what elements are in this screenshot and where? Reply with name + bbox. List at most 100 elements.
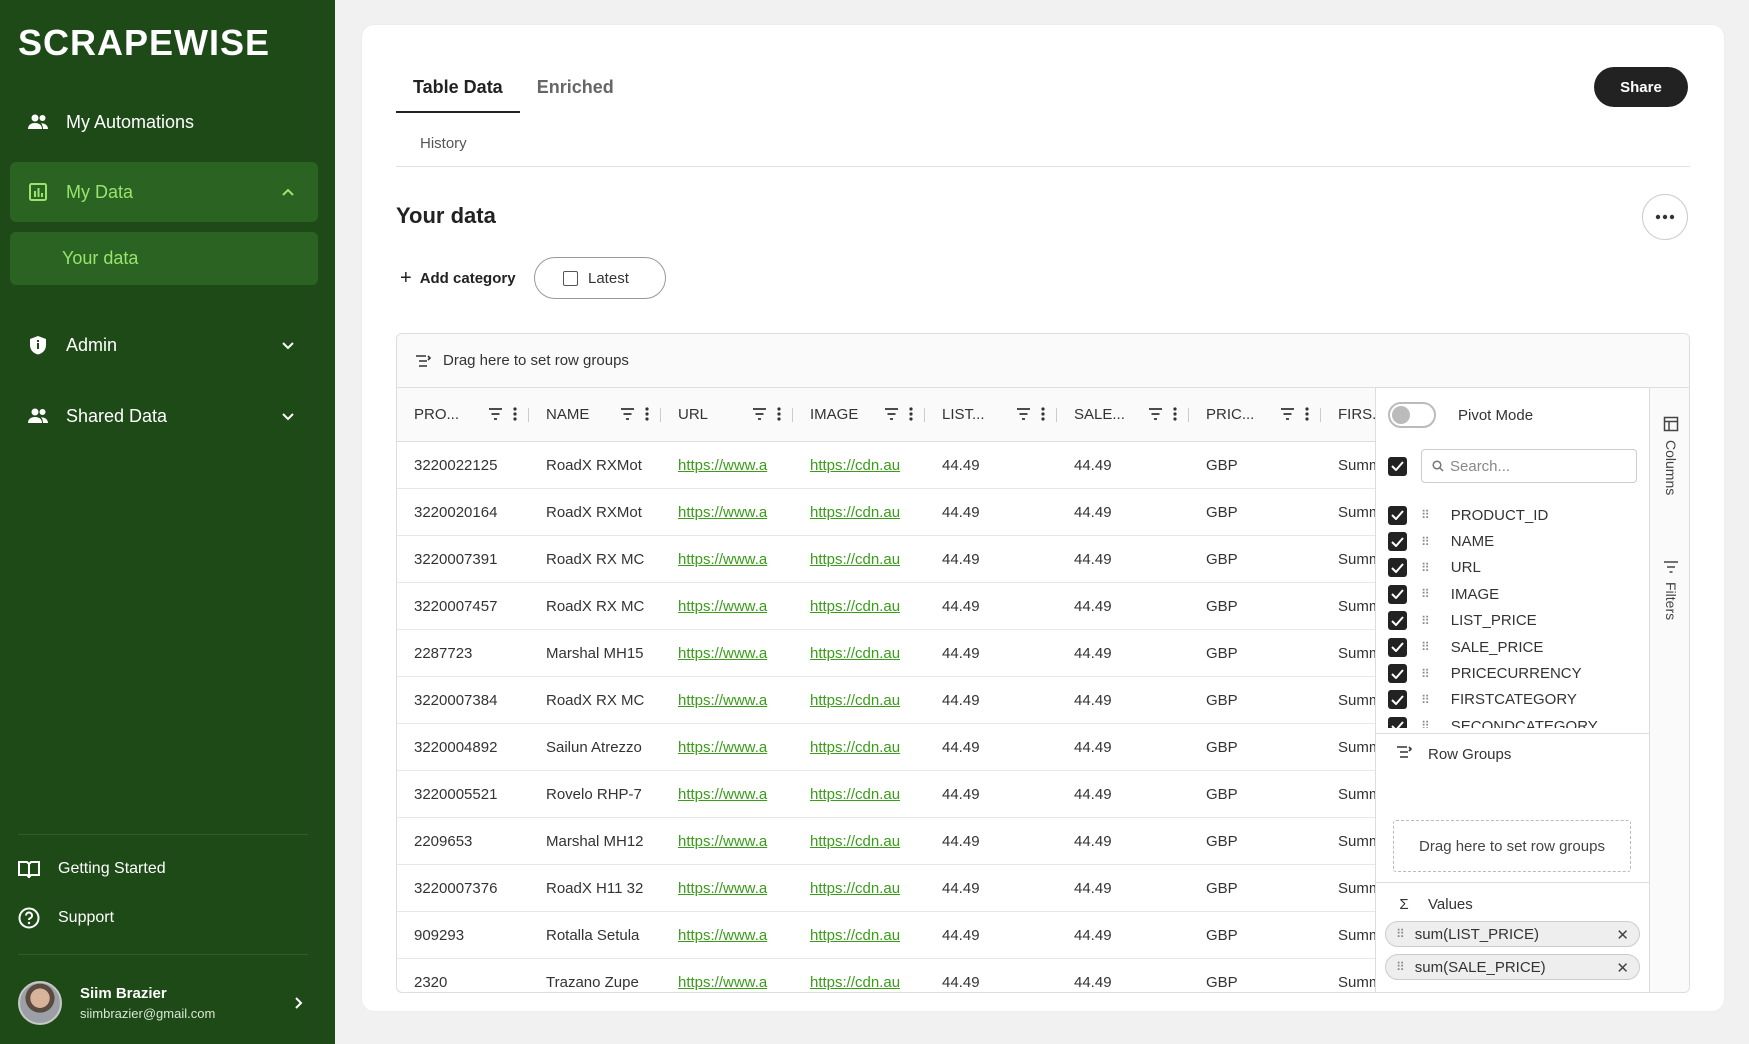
column-list-item[interactable]: ⠿ SALE_PRICE (1388, 634, 1644, 660)
drag-handle-icon[interactable]: ⠿ (1421, 693, 1431, 707)
user-profile[interactable]: Siim Brazier siimbrazier@gmail.com (18, 980, 318, 1026)
table-row[interactable]: 3220007457 RoadX RX MC https://www.a https:… (397, 583, 1375, 630)
column-list-item[interactable]: ⠿ NAME (1388, 528, 1644, 554)
side-tab-filters[interactable]: Filters (1650, 560, 1689, 620)
table-cell-link[interactable]: https://cdn.au (793, 959, 925, 992)
table-cell-link[interactable]: https://www.a (661, 865, 793, 911)
table-cell-link[interactable]: https://cdn.au (793, 818, 925, 864)
more-options-button[interactable] (1642, 194, 1688, 240)
select-all-checkbox[interactable] (1388, 456, 1407, 476)
table-cell-link[interactable]: https://cdn.au (793, 771, 925, 817)
column-menu-icon[interactable] (1041, 407, 1045, 421)
column-menu-icon[interactable] (513, 407, 517, 421)
column-checkbox[interactable] (1388, 558, 1407, 578)
add-category-button[interactable]: + Add category (400, 267, 516, 290)
column-checkbox[interactable] (1388, 611, 1407, 631)
column-header[interactable]: NAME (529, 388, 661, 441)
drag-handle-icon[interactable]: ⠿ (1421, 667, 1431, 681)
column-search-input[interactable]: Search... (1421, 449, 1637, 483)
column-header[interactable]: SALE... (1057, 388, 1189, 441)
column-header[interactable]: PRO... (397, 388, 529, 441)
sidebar-item-admin[interactable]: Admin (10, 315, 318, 375)
app-logo[interactable]: SCRAPEWISE (18, 22, 270, 64)
column-list-item[interactable]: ⠿ URL (1388, 555, 1644, 581)
table-row[interactable]: 2287723 Marshal MH15 https://www.a https://… (397, 630, 1375, 677)
table-cell-link[interactable]: https://www.a (661, 724, 793, 770)
column-checkbox[interactable] (1388, 716, 1407, 728)
close-icon[interactable]: ✕ (1616, 926, 1629, 944)
column-header[interactable]: LIST... (925, 388, 1057, 441)
column-checkbox[interactable] (1388, 584, 1407, 604)
column-menu-icon[interactable] (645, 407, 649, 421)
table-cell-link[interactable]: https://www.a (661, 583, 793, 629)
tab-enriched[interactable]: Enriched (520, 65, 631, 113)
column-list-item[interactable]: ⠿ IMAGE (1388, 581, 1644, 607)
support-link[interactable]: Support (18, 907, 114, 929)
getting-started-link[interactable]: Getting Started (18, 858, 166, 880)
column-checkbox[interactable] (1388, 532, 1407, 552)
pivot-mode-toggle[interactable] (1388, 402, 1436, 428)
sidebar-item-my-automations[interactable]: My Automations (10, 92, 318, 152)
drag-handle-icon[interactable]: ⠿ (1421, 614, 1431, 628)
filter-icon[interactable] (1016, 407, 1031, 421)
table-row[interactable]: 3220020164 RoadX RXMot https://www.a https:… (397, 489, 1375, 536)
column-list-item[interactable]: ⠿ PRODUCT_ID (1388, 502, 1644, 528)
filter-icon[interactable] (620, 407, 635, 421)
column-checkbox[interactable] (1388, 664, 1407, 684)
sidebar-subitem-your-data[interactable]: Your data (10, 232, 318, 285)
filter-icon[interactable] (1280, 407, 1295, 421)
table-row[interactable]: 909293 Rotalla Setula https://www.a https:/… (397, 912, 1375, 959)
table-cell-link[interactable]: https://cdn.au (793, 677, 925, 723)
column-list-item[interactable]: ⠿ SECONDCATEGORY (1388, 713, 1644, 728)
row-groups-drop-zone[interactable]: Drag here to set row groups (1393, 820, 1631, 872)
filter-icon[interactable] (752, 407, 767, 421)
table-cell-link[interactable]: https://www.a (661, 912, 793, 958)
drag-handle-icon[interactable]: ⠿ (1421, 587, 1431, 601)
table-row[interactable]: 2320 Trazano Zupe https://www.a https://cdn… (397, 959, 1375, 992)
table-row[interactable]: 2209653 Marshal MH12 https://www.a https://… (397, 818, 1375, 865)
latest-checkbox-chip[interactable]: Latest (534, 257, 666, 299)
table-row[interactable]: 3220007376 RoadX H11 32 https://www.a https… (397, 865, 1375, 912)
column-menu-icon[interactable] (909, 407, 913, 421)
table-cell-link[interactable]: https://cdn.au (793, 630, 925, 676)
table-cell-link[interactable]: https://cdn.au (793, 724, 925, 770)
column-list-item[interactable]: ⠿ PRICECURRENCY (1388, 660, 1644, 686)
column-header[interactable]: URL (661, 388, 793, 441)
column-checkbox[interactable] (1388, 637, 1407, 657)
filter-icon[interactable] (1148, 407, 1163, 421)
value-pill[interactable]: ⠿ sum(SALE_PRICE) ✕ (1385, 954, 1640, 980)
tab-table-data[interactable]: Table Data (396, 65, 520, 113)
filter-icon[interactable] (884, 407, 899, 421)
table-row[interactable]: 3220022125 RoadX RXMot https://www.a https:… (397, 442, 1375, 489)
drag-handle-icon[interactable]: ⠿ (1421, 640, 1431, 654)
drag-handle-icon[interactable]: ⠿ (1421, 719, 1431, 728)
column-menu-icon[interactable] (1173, 407, 1177, 421)
table-cell-link[interactable]: https://www.a (661, 442, 793, 488)
column-checkbox[interactable] (1388, 690, 1407, 710)
tab-history[interactable]: History (420, 135, 467, 152)
side-tab-columns[interactable]: Columns (1650, 416, 1689, 495)
table-cell-link[interactable]: https://www.a (661, 959, 793, 992)
value-pill[interactable]: ⠿ sum(LIST_PRICE) ✕ (1385, 921, 1640, 947)
table-cell-link[interactable]: https://cdn.au (793, 489, 925, 535)
column-checkbox[interactable] (1388, 505, 1407, 525)
column-list-item[interactable]: ⠿ FIRSTCATEGORY (1388, 687, 1644, 713)
table-row[interactable]: 3220007384 RoadX RX MC https://www.a https:… (397, 677, 1375, 724)
table-cell-link[interactable]: https://www.a (661, 630, 793, 676)
close-icon[interactable]: ✕ (1616, 959, 1629, 977)
drag-handle-icon[interactable]: ⠿ (1421, 561, 1431, 575)
table-cell-link[interactable]: https://cdn.au (793, 536, 925, 582)
column-list-item[interactable]: ⠿ LIST_PRICE (1388, 608, 1644, 634)
table-cell-link[interactable]: https://cdn.au (793, 442, 925, 488)
drag-handle-icon[interactable]: ⠿ (1421, 508, 1431, 522)
column-header[interactable]: FIRS... (1321, 388, 1375, 441)
sidebar-item-shared-data[interactable]: Shared Data (10, 386, 318, 446)
sidebar-item-my-data[interactable]: My Data (10, 162, 318, 222)
table-row[interactable]: 3220004892 Sailun Atrezzo https://www.a htt… (397, 724, 1375, 771)
table-cell-link[interactable]: https://www.a (661, 818, 793, 864)
column-menu-icon[interactable] (1305, 407, 1309, 421)
share-button[interactable]: Share (1594, 67, 1688, 107)
column-menu-icon[interactable] (777, 407, 781, 421)
column-header[interactable]: PRIC... (1189, 388, 1321, 441)
table-row[interactable]: 3220005521 Rovelo RHP-7 https://www.a https… (397, 771, 1375, 818)
